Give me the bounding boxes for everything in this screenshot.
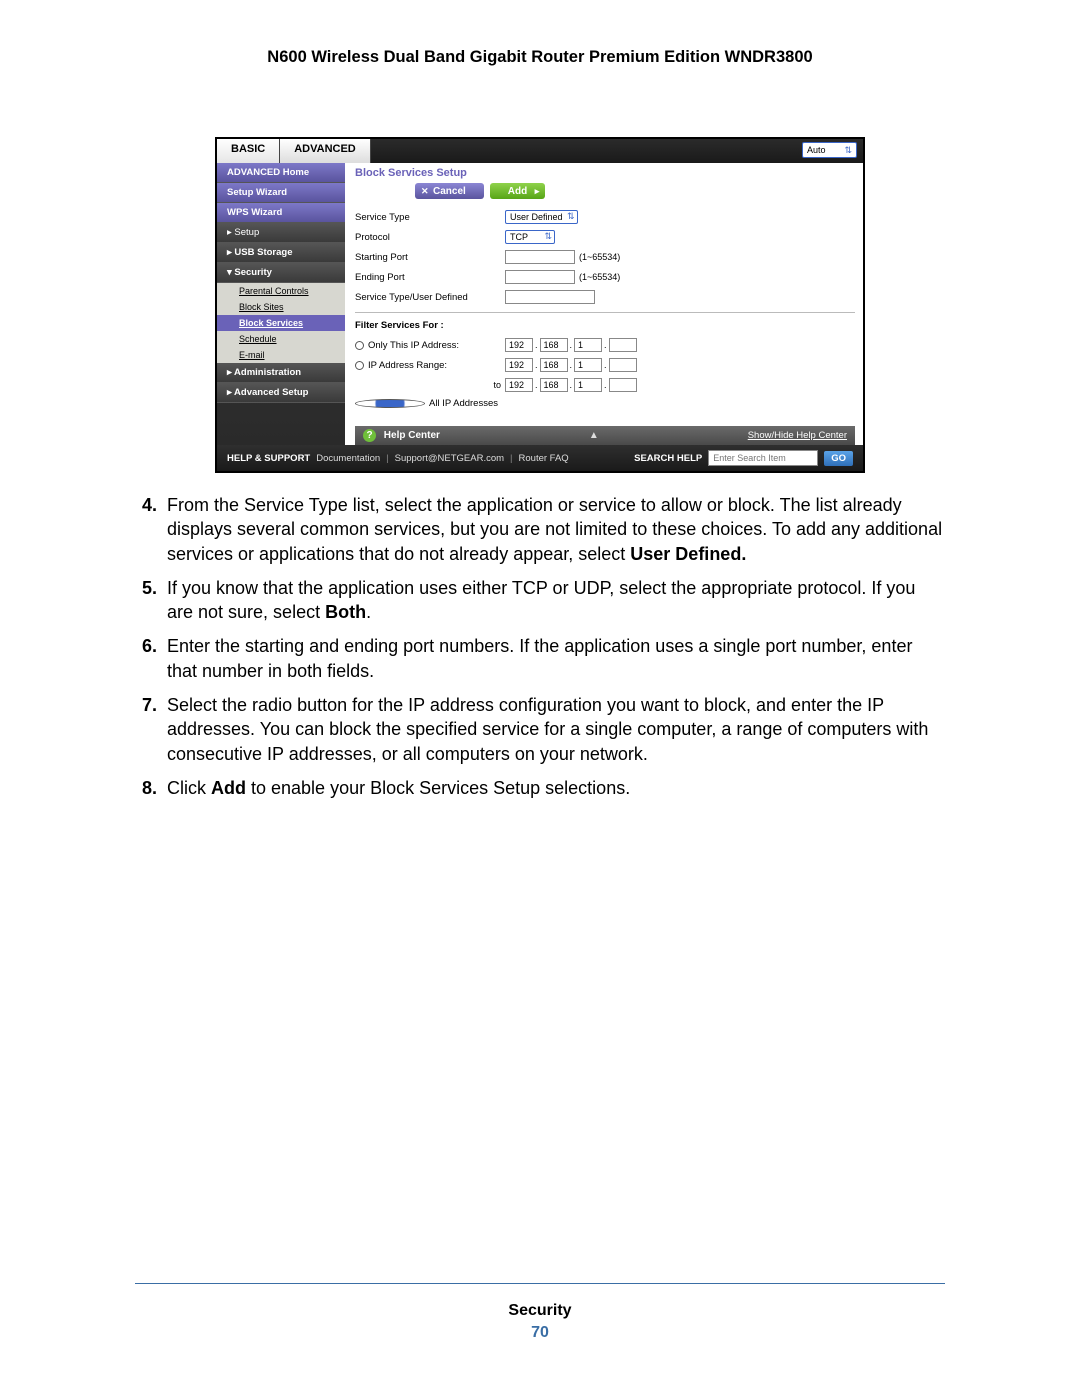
ip-octet[interactable] <box>505 358 533 372</box>
ip-octet[interactable] <box>574 358 602 372</box>
search-help-label: SEARCH HELP <box>634 453 702 464</box>
radio-all-ip[interactable] <box>355 399 425 408</box>
help-center-bar: ? Help Center ▲ Show/Hide Help Center <box>355 426 855 445</box>
sidebar-administration[interactable]: ▸ Administration <box>217 363 345 383</box>
radio-ip-range[interactable] <box>355 361 364 370</box>
tab-basic[interactable]: BASIC <box>217 139 280 163</box>
instruction-list: 4. From the Service Type list, select th… <box>135 493 945 800</box>
search-help-input[interactable] <box>708 450 818 466</box>
step-number: 5. <box>135 576 167 625</box>
sidebar-sub-email[interactable]: E-mail <box>217 347 345 363</box>
step-text: If you know that the application uses ei… <box>167 576 945 625</box>
sidebar-setup[interactable]: ▸ Setup <box>217 223 345 243</box>
step-text: Enter the starting and ending port numbe… <box>167 634 945 683</box>
label-all-ip: All IP Addresses <box>429 398 498 409</box>
auto-refresh-select[interactable]: Auto ⇅ <box>802 142 857 158</box>
sidebar-sub-schedule[interactable]: Schedule <box>217 331 345 347</box>
dropdown-icon: ⇅ <box>567 211 575 222</box>
label-only-this-ip: Only This IP Address: <box>368 340 459 351</box>
service-user-input[interactable] <box>505 290 595 304</box>
link-documentation[interactable]: Documentation <box>316 453 380 464</box>
support-bar: HELP & SUPPORT Documentation | Support@N… <box>217 445 863 471</box>
top-tab-bar: BASIC ADVANCED Auto ⇅ <box>217 139 863 163</box>
step-text: Click Add to enable your Block Services … <box>167 776 945 800</box>
starting-port-input[interactable] <box>505 250 575 264</box>
link-support-email[interactable]: Support@NETGEAR.com <box>395 453 504 464</box>
label-service-user-defined: Service Type/User Defined <box>355 292 505 303</box>
label-to: to <box>493 380 505 390</box>
step-number: 4. <box>135 493 167 566</box>
help-center-label: Help Center <box>384 430 440 441</box>
footer-page-number: 70 <box>0 1324 1080 1342</box>
label-ending-port: Ending Port <box>355 272 505 283</box>
ip-octet[interactable] <box>609 358 637 372</box>
content-panel: Block Services Setup Cancel Add Service … <box>345 163 863 445</box>
ip-octet[interactable] <box>609 378 637 392</box>
step-text: From the Service Type list, select the a… <box>167 493 945 566</box>
sidebar-setup-wizard[interactable]: Setup Wizard <box>217 183 345 203</box>
go-button[interactable]: GO <box>824 451 853 466</box>
sidebar-advanced-setup[interactable]: ▸ Advanced Setup <box>217 383 345 403</box>
radio-only-this-ip[interactable] <box>355 341 364 350</box>
port-hint: (1~65534) <box>579 272 620 282</box>
step-number: 7. <box>135 693 167 766</box>
ip-octet[interactable] <box>574 338 602 352</box>
sidebar-sub-parental[interactable]: Parental Controls <box>217 283 345 299</box>
cancel-button[interactable]: Cancel <box>415 183 484 199</box>
sidebar-advanced-home[interactable]: ADVANCED Home <box>217 163 345 183</box>
sidebar-sub-block-sites[interactable]: Block Sites <box>217 299 345 315</box>
ip-octet[interactable] <box>540 378 568 392</box>
step-number: 8. <box>135 776 167 800</box>
ip-octet[interactable] <box>540 358 568 372</box>
content-title: Block Services Setup <box>355 167 855 179</box>
label-service-type: Service Type <box>355 212 505 223</box>
ip-octet[interactable] <box>540 338 568 352</box>
page-header-title: N600 Wireless Dual Band Gigabit Router P… <box>0 0 1080 87</box>
ip-octet[interactable] <box>505 378 533 392</box>
chevron-up-icon[interactable]: ▲ <box>589 430 599 441</box>
step-number: 6. <box>135 634 167 683</box>
label-protocol: Protocol <box>355 232 505 243</box>
footer-section: Security <box>0 1302 1080 1320</box>
sidebar-security[interactable]: ▾ Security <box>217 263 345 283</box>
sidebar-wps-wizard[interactable]: WPS Wizard <box>217 203 345 223</box>
help-icon: ? <box>363 429 376 442</box>
ip-octet[interactable] <box>574 378 602 392</box>
sidebar: ADVANCED Home Setup Wizard WPS Wizard ▸ … <box>217 163 345 445</box>
label-starting-port: Starting Port <box>355 252 505 263</box>
auto-refresh-label: Auto <box>807 145 826 155</box>
tab-advanced[interactable]: ADVANCED <box>280 139 371 163</box>
label-ip-range: IP Address Range: <box>368 360 447 371</box>
dropdown-arrows: ⇅ <box>844 145 852 156</box>
router-screenshot: BASIC ADVANCED Auto ⇅ ADVANCED Home Setu… <box>215 137 865 473</box>
filter-section-title: Filter Services For : <box>355 320 855 331</box>
page-footer: Security 70 <box>0 1283 1080 1342</box>
toggle-help-link[interactable]: Show/Hide Help Center <box>748 430 847 441</box>
ip-octet[interactable] <box>505 338 533 352</box>
service-type-select[interactable]: User Defined ⇅ <box>505 210 578 224</box>
step-text: Select the radio button for the IP addre… <box>167 693 945 766</box>
sidebar-sub-block-services[interactable]: Block Services <box>217 315 345 331</box>
link-router-faq[interactable]: Router FAQ <box>519 453 569 464</box>
protocol-select[interactable]: TCP ⇅ <box>505 230 555 244</box>
service-type-value: User Defined <box>510 212 563 222</box>
sidebar-usb-storage[interactable]: ▸ USB Storage <box>217 243 345 263</box>
ending-port-input[interactable] <box>505 270 575 284</box>
help-support-label: HELP & SUPPORT <box>227 453 310 464</box>
ip-octet[interactable] <box>609 338 637 352</box>
protocol-value: TCP <box>510 232 528 242</box>
port-hint: (1~65534) <box>579 252 620 262</box>
add-button[interactable]: Add <box>490 183 545 199</box>
dropdown-icon: ⇅ <box>544 231 552 242</box>
